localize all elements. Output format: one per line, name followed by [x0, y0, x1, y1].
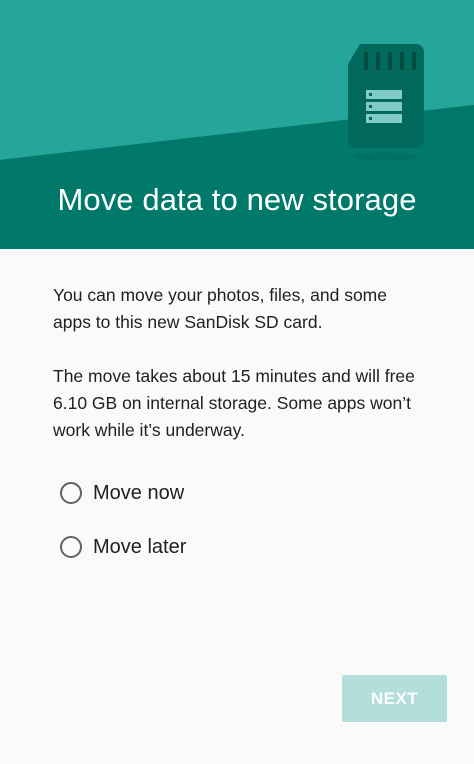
move-now-radio[interactable]	[60, 482, 82, 504]
move-now-option[interactable]: Move now	[60, 478, 186, 508]
sd-card-icon	[348, 44, 424, 161]
move-option-group: Move now Move later	[60, 478, 186, 562]
page-title: Move data to new storage	[57, 182, 417, 217]
description-paragraph-1: You can move your photos, files, and som…	[53, 285, 387, 332]
move-later-radio[interactable]	[60, 536, 82, 558]
description: You can move your photos, files, and som…	[53, 282, 423, 444]
move-later-label[interactable]: Move later	[93, 536, 186, 559]
move-now-label[interactable]: Move now	[93, 482, 184, 505]
next-button[interactable]: NEXT	[342, 675, 447, 722]
description-paragraph-2: The move takes about 15 minutes and will…	[53, 366, 415, 440]
header-banner: Move data to new storage	[0, 0, 474, 249]
move-later-option[interactable]: Move later	[60, 532, 186, 562]
